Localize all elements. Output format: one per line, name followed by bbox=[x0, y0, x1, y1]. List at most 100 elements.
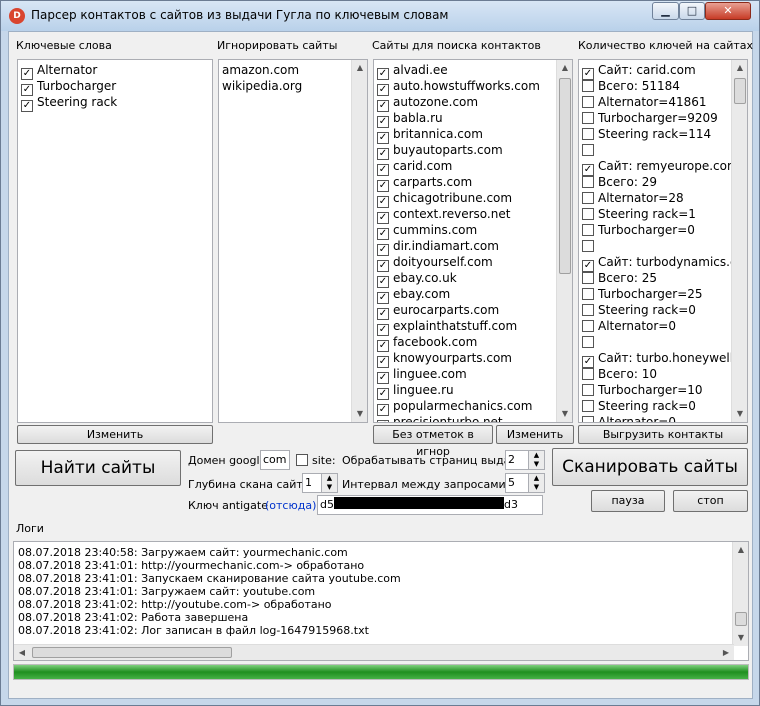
site-item[interactable]: ✓ ebay.com bbox=[377, 286, 450, 304]
count-item[interactable]: Turbocharger=10 bbox=[582, 382, 703, 398]
sites-list-scrollbar[interactable]: ▲ ▼ bbox=[556, 60, 572, 422]
count-item[interactable]: Steering rack=1 bbox=[582, 206, 696, 222]
site-item[interactable]: ✓ autozone.com bbox=[377, 94, 478, 112]
scroll-thumb[interactable] bbox=[734, 78, 746, 104]
scroll-up-icon[interactable]: ▲ bbox=[732, 60, 747, 76]
count-item[interactable]: ✓ Сайт: carid.com bbox=[582, 62, 696, 80]
checkbox-icon[interactable] bbox=[582, 240, 594, 252]
ignore-sites-list[interactable]: amazon.com wikipedia.org ▲ ▼ bbox=[218, 59, 368, 423]
spin-arrows-icon[interactable]: ▲ ▼ bbox=[528, 451, 544, 469]
checkbox-icon[interactable] bbox=[582, 96, 594, 108]
site-item[interactable]: ✓ precisionturbo.net bbox=[377, 414, 503, 422]
checkbox-icon[interactable] bbox=[582, 144, 594, 156]
count-item[interactable]: Turbocharger=25 bbox=[582, 286, 703, 302]
site-item[interactable]: ✓ britannica.com bbox=[377, 126, 483, 144]
pages-spinner[interactable]: 2 ▲ ▼ bbox=[505, 450, 545, 470]
checkbox-icon[interactable] bbox=[582, 128, 594, 140]
count-item[interactable]: Всего: 10 bbox=[582, 366, 657, 382]
checkbox-icon[interactable] bbox=[582, 416, 594, 422]
site-item[interactable]: ✓ doityourself.com bbox=[377, 254, 493, 272]
site-item[interactable]: ✓ auto.howstuffworks.com bbox=[377, 78, 540, 96]
export-contacts-button[interactable]: Выгрузить контакты bbox=[578, 425, 748, 444]
scroll-right-icon[interactable]: ▶ bbox=[718, 645, 734, 660]
spin-arrows-icon[interactable]: ▲ ▼ bbox=[528, 474, 544, 492]
site-item[interactable]: ✓ alvadi.ee bbox=[377, 62, 448, 80]
scroll-down-icon[interactable]: ▼ bbox=[732, 406, 747, 422]
ignore-list-scrollbar[interactable]: ▲ ▼ bbox=[351, 60, 367, 422]
ignore-site-item[interactable]: amazon.com bbox=[222, 62, 299, 78]
site-item[interactable]: ✓ chicagotribune.com bbox=[377, 190, 512, 208]
checkbox-icon[interactable] bbox=[582, 288, 594, 300]
scroll-down-icon[interactable]: ▼ bbox=[557, 406, 572, 422]
site-item[interactable]: ✓ dir.indiamart.com bbox=[377, 238, 499, 256]
title-bar[interactable]: D Парсер контактов с сайтов из выдачи Гу… bbox=[1, 1, 759, 31]
spin-arrows-icon[interactable]: ▲ ▼ bbox=[321, 474, 337, 492]
checked-checkbox-icon[interactable]: ✓ bbox=[377, 420, 389, 422]
keyword-item[interactable]: ✓ Turbocharger bbox=[21, 78, 116, 96]
site-item[interactable]: ✓ linguee.ru bbox=[377, 382, 454, 400]
site-item[interactable]: ✓ popularmechanics.com bbox=[377, 398, 532, 416]
edit-keywords-button[interactable]: Изменить bbox=[17, 425, 213, 444]
find-sites-button[interactable]: Найти сайты bbox=[15, 450, 181, 486]
count-item[interactable] bbox=[582, 238, 598, 254]
log-horizontal-scrollbar[interactable]: ◀ ▶ bbox=[14, 644, 734, 660]
count-item[interactable]: Turbocharger=9209 bbox=[582, 110, 718, 126]
count-item[interactable]: ✓ Сайт: turbo.honeywell. bbox=[582, 350, 737, 368]
checkbox-icon[interactable] bbox=[582, 192, 594, 204]
scroll-up-icon[interactable]: ▲ bbox=[557, 60, 572, 76]
log-scrollbar[interactable]: ▲ ▼ bbox=[732, 542, 748, 646]
checkbox-icon[interactable] bbox=[582, 112, 594, 124]
site-item[interactable]: ✓ context.reverso.net bbox=[377, 206, 510, 224]
site-item[interactable]: ✓ carid.com bbox=[377, 158, 452, 176]
count-item[interactable]: Steering rack=0 bbox=[582, 398, 696, 414]
keywords-list[interactable]: ✓ Alternator ✓ Turbocharger ✓ Steering rack bbox=[17, 59, 213, 423]
scroll-thumb[interactable] bbox=[559, 78, 571, 274]
count-item[interactable] bbox=[582, 334, 598, 350]
antigate-link[interactable]: (отсюда) bbox=[265, 499, 316, 512]
count-item[interactable]: Alternator=28 bbox=[582, 190, 684, 206]
count-item[interactable]: ✓ Сайт: turbodynamics.c bbox=[582, 254, 737, 272]
no-marks-to-ignore-button[interactable]: Без отметок в игнор bbox=[373, 425, 493, 458]
site-item[interactable]: ✓ ebay.co.uk bbox=[377, 270, 457, 288]
depth-spinner[interactable]: 1 ▲ ▼ bbox=[302, 473, 338, 493]
close-button[interactable]: ✕ bbox=[705, 2, 751, 20]
counts-list[interactable]: ✓ Сайт: carid.com Всего: 51184 Alternator=4… bbox=[578, 59, 748, 423]
scroll-down-icon[interactable]: ▼ bbox=[733, 630, 748, 646]
checkbox-icon[interactable] bbox=[582, 176, 594, 188]
site-item[interactable]: ✓ eurocarparts.com bbox=[377, 302, 499, 320]
pause-button[interactable]: пауза bbox=[591, 490, 665, 512]
count-item[interactable]: Всего: 25 bbox=[582, 270, 657, 286]
minimize-button[interactable]: ▁ bbox=[652, 2, 679, 20]
count-item[interactable]: Всего: 51184 bbox=[582, 78, 680, 94]
keyword-item[interactable]: ✓ Alternator bbox=[21, 62, 97, 80]
sites-list[interactable]: ✓ alvadi.ee ✓ auto.howstuffworks.com ✓ autozo… bbox=[373, 59, 573, 423]
scroll-up-icon[interactable]: ▲ bbox=[352, 60, 367, 76]
site-item[interactable]: ✓ carparts.com bbox=[377, 174, 472, 192]
scroll-thumb[interactable] bbox=[32, 647, 232, 658]
checkbox-icon[interactable] bbox=[582, 400, 594, 412]
ignore-site-item[interactable]: wikipedia.org bbox=[222, 78, 302, 94]
checkbox-icon[interactable] bbox=[582, 304, 594, 316]
antigate-key-input[interactable]: d5 d3 bbox=[317, 495, 543, 515]
count-item[interactable]: Steering rack=0 bbox=[582, 302, 696, 318]
count-item[interactable]: Alternator=0 bbox=[582, 318, 676, 334]
site-item[interactable]: ✓ explainthatstuff.com bbox=[377, 318, 517, 336]
interval-spinner[interactable]: 5 ▲ ▼ bbox=[505, 473, 545, 493]
count-item[interactable]: Alternator=0 bbox=[582, 414, 676, 422]
counts-list-scrollbar[interactable]: ▲ ▼ bbox=[731, 60, 747, 422]
scroll-down-icon[interactable]: ▼ bbox=[352, 406, 367, 422]
site-checkbox[interactable] bbox=[296, 454, 308, 466]
checked-checkbox-icon[interactable]: ✓ bbox=[21, 100, 33, 112]
site-item[interactable]: ✓ facebook.com bbox=[377, 334, 477, 352]
checkbox-icon[interactable] bbox=[582, 80, 594, 92]
maximize-button[interactable]: □ bbox=[679, 2, 705, 20]
log-box[interactable]: 08.07.2018 23:40:58: Загружаем сайт: you… bbox=[13, 541, 749, 661]
site-item[interactable]: ✓ linguee.com bbox=[377, 366, 467, 384]
scroll-thumb[interactable] bbox=[735, 612, 747, 626]
checkbox-icon[interactable] bbox=[582, 320, 594, 332]
checkbox-icon[interactable] bbox=[582, 224, 594, 236]
scan-sites-button[interactable]: Сканировать сайты bbox=[552, 448, 748, 486]
site-item[interactable]: ✓ cummins.com bbox=[377, 222, 477, 240]
checkbox-icon[interactable] bbox=[582, 384, 594, 396]
count-item[interactable]: Alternator=41861 bbox=[582, 94, 707, 110]
